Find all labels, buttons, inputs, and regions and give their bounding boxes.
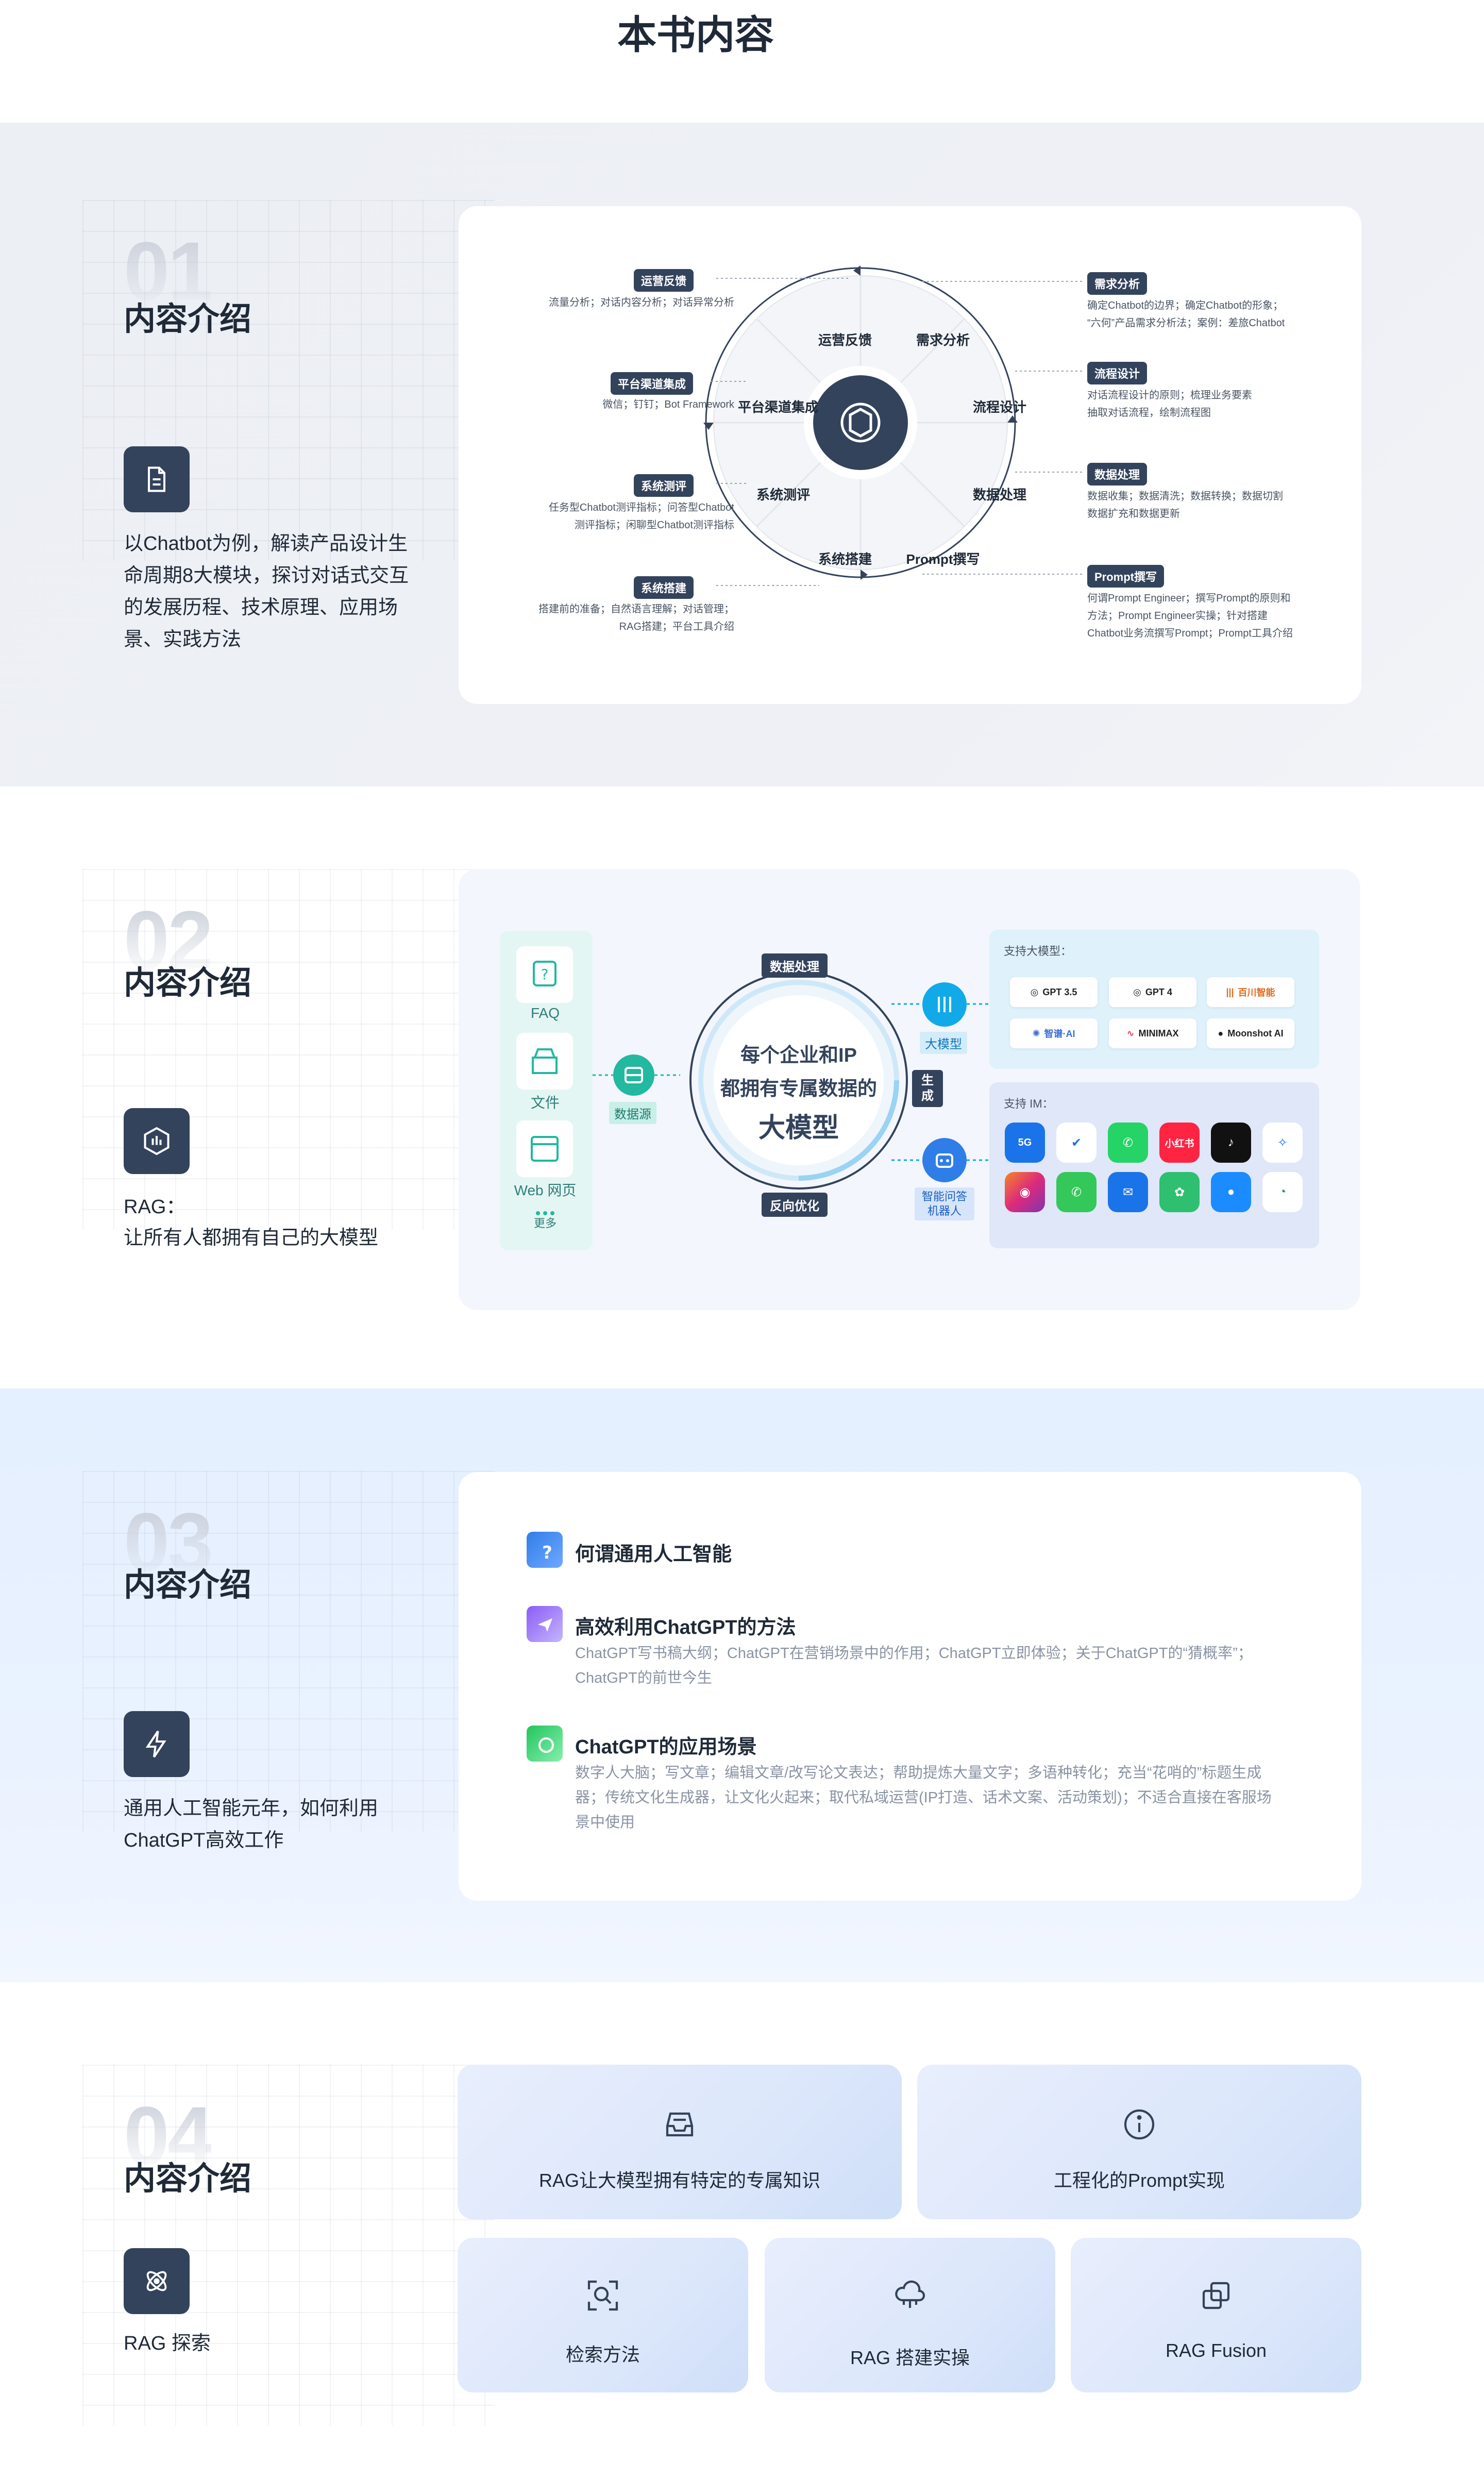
section-description: RAG 探索 [124,2333,211,2354]
tile-rag-fusion: RAG Fusion [1071,2238,1361,2392]
chart-icon [124,1108,190,1174]
lightning-icon [124,1711,190,1777]
section-1: 01 内容介绍 以Chatbot为例，解读产品设计生命周期8大模块，探讨对话式交… [0,123,1484,786]
section-title: 内容介绍 [124,2161,252,2197]
section-4: 04 内容介绍 RAG 探索 RAG让大模型拥有特定的专属知识 工程化的Prom… [0,1982,1484,2478]
tile-prompt-engineering: 工程化的Prompt实现 [917,2065,1361,2219]
tile-rag-build: RAG 搭建实操 [765,2238,1055,2392]
tile-label: 工程化的Prompt实现 [1053,2170,1225,2191]
scan-search-icon [587,2280,618,2311]
rag-card: ? FAQ 文件 Web 网页 更多 数据源 每个企业和IP 都拥有专属数据的 … [459,869,1360,1310]
atom-icon [124,2248,190,2314]
rag-connectors [593,1003,989,1161]
send-icon [527,1606,563,1642]
feature-title: 何谓通用人工智能 [575,1544,732,1565]
feature-title: ChatGPT的应用场景 [575,1736,757,1758]
feature-description: ChatGPT写书稿大纲；ChatGPT在营销场景中的作用；ChatGPT立即体… [575,1645,1253,1686]
tile-label: 检索方法 [565,2344,640,2365]
section-2: 02 内容介绍 RAG： 让所有人都拥有自己的大模型 ? FAQ 文件 Web … [0,786,1484,1388]
section-description: 通用人工智能元年，如何利用ChatGPT高效工作 [124,1798,379,1851]
tile-label: RAG 搭建实操 [850,2347,970,2368]
document-icon [124,446,190,512]
tile-rag-knowledge: RAG让大模型拥有特定的专属知识 [458,2065,902,2219]
connector-lines [711,278,1085,586]
lifecycle-card: 运营反馈 需求分析 流程设计 数据处理 Prompt撰写 系统搭建 系统测评 平… [459,206,1361,704]
feature-title: 高效利用ChatGPT的方法 [575,1617,796,1638]
section-title: 内容介绍 [124,965,252,1001]
tile-label: RAG Fusion [1165,2340,1267,2361]
question-icon: ? [527,1532,563,1568]
section-description-line2: 让所有人都拥有自己的大模型 [124,1227,379,1249]
section-description-line1: RAG： [124,1196,186,1218]
layers-icon [1202,2282,1230,2309]
feature-description: 数字人大脑；写文章；编辑文章/改写论文表达；帮助提炼大量文字；多语种转化；充当“… [575,1765,1272,1831]
refresh-icon [527,1726,563,1762]
page-title: 本书内容 [617,13,774,57]
cloud-network-icon [895,2280,925,2308]
section-description: 以Chatbot为例，解读产品设计生命周期8大模块，探讨对话式交互的发展历程、技… [124,533,409,650]
tile-label: RAG让大模型拥有特定的专属知识 [538,2170,820,2191]
tile-retrieval: 检索方法 [458,2238,748,2392]
info-icon [1124,2109,1155,2140]
svg-text:?: ? [542,1543,552,1563]
section-3: 03 内容介绍 通用人工智能元年，如何利用ChatGPT高效工作 ? 何谓通用人… [0,1388,1484,1982]
inbox-icon [666,2112,694,2137]
section-title: 内容介绍 [124,1567,252,1603]
section-title: 内容介绍 [124,302,252,337]
